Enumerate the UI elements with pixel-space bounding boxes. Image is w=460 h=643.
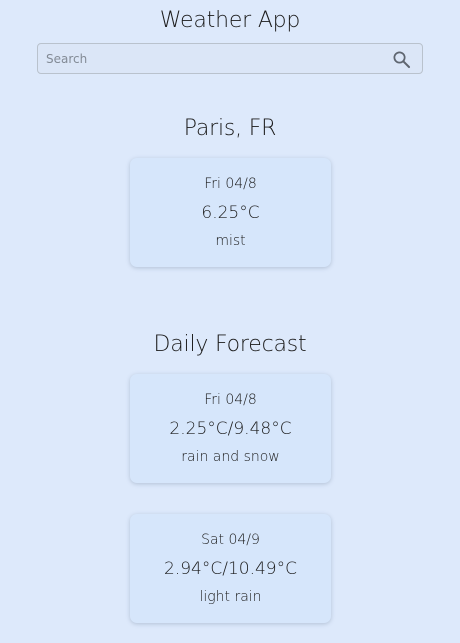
forecast-temperature-range: 2.25°C/9.48°C (169, 419, 292, 439)
search-bar[interactable] (37, 43, 423, 74)
forecast-description: light rain (199, 589, 262, 605)
current-weather-card: Fri 04/8 6.25°C mist (130, 158, 331, 267)
forecast-date: Fri 04/8 (204, 392, 257, 408)
city-name: Paris, FR (183, 116, 277, 141)
forecast-title: Daily Forecast (153, 332, 307, 357)
forecast-card: Fri 04/8 2.25°C/9.48°C rain and snow (130, 374, 331, 483)
search-input[interactable] (46, 44, 376, 73)
forecast-description: rain and snow (181, 449, 280, 465)
search-icon[interactable] (392, 50, 411, 69)
current-description: mist (215, 233, 246, 249)
app-title: Weather App (159, 8, 301, 33)
forecast-card: Sat 04/9 2.94°C/10.49°C light rain (130, 514, 331, 623)
forecast-temperature-range: 2.94°C/10.49°C (164, 559, 297, 579)
forecast-date: Sat 04/9 (201, 532, 260, 548)
current-temperature: 6.25°C (201, 203, 260, 223)
current-date: Fri 04/8 (204, 176, 257, 192)
